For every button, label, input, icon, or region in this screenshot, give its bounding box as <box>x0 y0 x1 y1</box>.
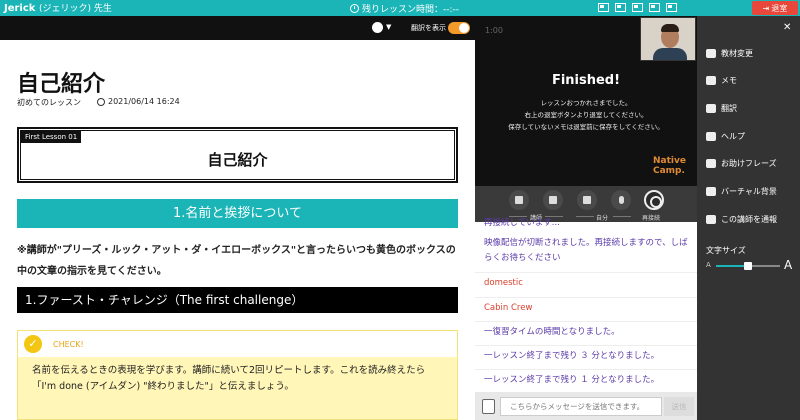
check-body: 名前を伝えるときの表現を学びます。講師に続いて2回リピートします。これを読み終え… <box>18 357 457 419</box>
sidebar-item-help[interactable]: ヘルプ <box>706 131 745 142</box>
language-globe-icon[interactable] <box>372 22 383 33</box>
lesson-material-pane: ▼ 翻訳を表示 自己紹介 初めてのレッスン 2021/06/14 16:24 F… <box>0 16 475 420</box>
translation-toggle[interactable] <box>448 22 470 34</box>
chat-message: 一復習タイムの時間となりました。 <box>484 327 620 337</box>
finished-title: Finished! <box>551 73 621 88</box>
sidebar-item-report-teacher[interactable]: この講師を通報 <box>706 214 777 225</box>
lesson-date: 2021/06/14 16:24 <box>97 97 180 106</box>
tools-sidebar: ✕ 教材変更 メモ 翻訳 ヘルプ お助けフレーズ バーチャル背景 この講師を通報… <box>697 16 800 420</box>
book-icon <box>706 49 716 58</box>
layout-switcher <box>598 3 677 12</box>
self-camera-preview <box>640 17 696 61</box>
send-button[interactable]: 送信 <box>664 397 694 416</box>
check-circle-icon <box>97 97 105 106</box>
self-camera-icon[interactable] <box>577 190 597 210</box>
reconnect-icon[interactable] <box>644 190 664 210</box>
chevron-down-icon[interactable]: ▼ <box>386 23 391 31</box>
help-icon <box>706 132 716 141</box>
lesson-tag: First Lesson 01 <box>21 131 82 143</box>
finished-message: レッスンおつかれさまでした。 右上の退室ボタンより退室してください。 保存してい… <box>508 99 664 131</box>
check-label: CHECK! <box>53 340 84 349</box>
checkmark-icon: ✓ <box>24 335 42 353</box>
teacher-speaker-icon[interactable] <box>543 190 563 210</box>
layout-option-5-icon[interactable] <box>666 3 677 12</box>
video-clock: 1:00 <box>485 26 503 35</box>
layout-option-1-icon[interactable] <box>598 3 609 12</box>
image-icon <box>706 187 716 196</box>
sidebar-item-translate[interactable]: 翻訳 <box>706 103 737 114</box>
chat-message: 一レッスン終了まで残り １ 分となりました。 <box>484 375 660 385</box>
chat-message: 再接続しています... <box>484 218 560 228</box>
close-icon[interactable]: ✕ <box>783 22 791 33</box>
exit-icon: ⇥ <box>762 3 770 13</box>
font-size-label: 文字サイズ <box>706 246 746 255</box>
chat-message: Cabin Crew <box>484 303 533 313</box>
microphone-icon[interactable] <box>611 190 631 210</box>
font-size-slider[interactable]: A A <box>706 258 794 274</box>
lesson-heading-box: First Lesson 01 自己紹介 <box>17 127 458 183</box>
section-heading-1: 1.名前と挨拶について <box>17 199 458 228</box>
lesson-heading: 自己紹介 <box>207 151 268 169</box>
large-a-icon: A <box>784 258 793 272</box>
translation-toggle-label: 翻訳を表示 <box>411 24 446 32</box>
chat-bubble-icon <box>706 159 716 168</box>
sidebar-item-helper-phrases[interactable]: お助けフレーズ <box>706 158 777 169</box>
top-bar: Jerick (ジェリック) 先生 残りレッスン時間：--:-- ⇥ 退室 <box>0 0 800 16</box>
chat-message: 一レッスン終了まで残り ３ 分となりました。 <box>484 351 660 361</box>
course-name: 初めてのレッスン <box>17 98 81 107</box>
layout-option-4-icon[interactable] <box>649 3 660 12</box>
chat-input[interactable] <box>500 397 662 416</box>
material-toolbar: ▼ 翻訳を表示 <box>0 16 475 40</box>
edit-icon <box>706 76 716 85</box>
section-heading-2: 1.ファースト・チャレンジ（The first challenge） <box>17 287 458 313</box>
chat-message: 映像配信が切断されました。再接続しますので、しばらくお待ちください <box>484 238 688 263</box>
font-size-slider-handle[interactable] <box>744 262 752 270</box>
flag-icon <box>706 215 716 224</box>
small-a-icon: A <box>706 261 711 269</box>
sidebar-item-change-material[interactable]: 教材変更 <box>706 48 753 59</box>
nativecamp-logo: Native Camp. <box>653 156 686 176</box>
instruction-text: ※講師が"プリーズ・ルック・アット・ダ・イエローボックス"と言ったらいつも黄色の… <box>17 245 456 277</box>
remaining-time: 残りレッスン時間：--:-- <box>350 2 459 15</box>
check-box: ✓ CHECK! 名前を伝えるときの表現を学びます。講師に続いて2回リピートしま… <box>17 330 458 420</box>
layout-option-2-icon[interactable] <box>615 3 626 12</box>
sidebar-item-memo[interactable]: メモ <box>706 75 737 86</box>
teacher-camera-icon[interactable] <box>509 190 529 210</box>
globe-icon <box>706 104 716 113</box>
video-pane: 1:00 Finished! レッスンおつかれさまでした。 右上の退室ボタンより… <box>475 16 697 222</box>
chat-composer: 送信 <box>475 392 697 420</box>
memo-pen-icon[interactable] <box>482 399 495 414</box>
chat-message: domestic <box>484 278 523 288</box>
clock-icon <box>350 4 359 13</box>
teacher-name: Jerick (ジェリック) 先生 <box>4 3 112 14</box>
layout-option-3-icon[interactable] <box>632 3 643 12</box>
sidebar-item-virtual-background[interactable]: バーチャル背景 <box>706 186 777 197</box>
page-title: 自己紹介 <box>17 72 106 97</box>
exit-button[interactable]: ⇥ 退室 <box>752 1 798 15</box>
chat-pane: 再接続しています... 映像配信が切断されました。再接続しますので、しばらくお待… <box>475 218 697 420</box>
